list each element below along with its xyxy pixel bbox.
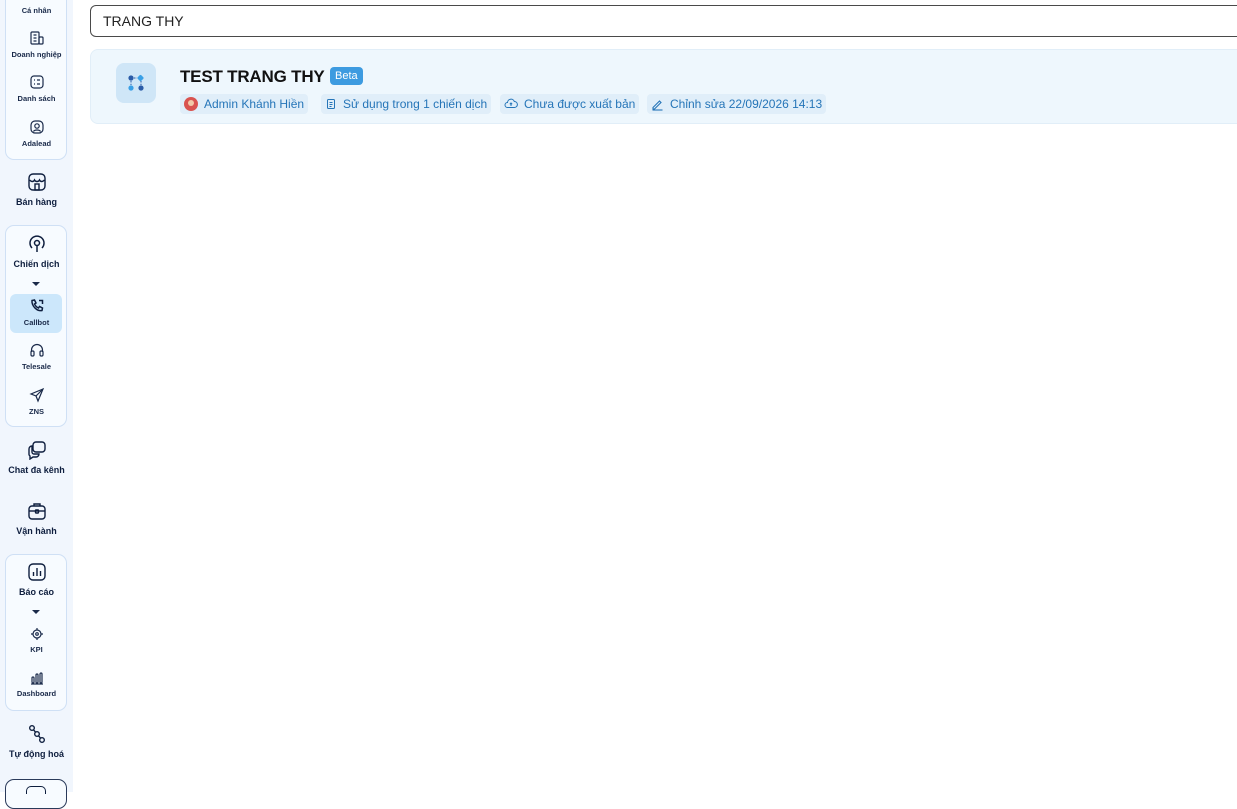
chat-icon bbox=[27, 441, 46, 460]
phone-icon bbox=[30, 299, 43, 312]
dashboard-bars-icon bbox=[30, 672, 43, 685]
sidebar-item-danh-sach[interactable]: Danh sách bbox=[0, 74, 73, 103]
sidebar-item-adalead[interactable]: Adalead bbox=[0, 119, 73, 148]
sidebar-item-zns[interactable]: ZNS bbox=[0, 387, 73, 416]
meta-edited: Chỉnh sửa 22/09/2026 14:13 bbox=[647, 94, 827, 114]
user-circle-icon bbox=[29, 120, 44, 134]
meta-usage-text: Sử dụng trong 1 chiến dịch bbox=[343, 97, 488, 111]
sidebar-item-label: Doanh nghiệp bbox=[11, 50, 62, 59]
sidebar-item-label: Tự động hoá bbox=[8, 749, 64, 759]
beta-badge: Beta bbox=[330, 67, 363, 85]
sidebar-item-callbot[interactable]: Callbot bbox=[0, 298, 73, 327]
sidebar-item-bao-cao[interactable]: Báo cáo bbox=[0, 562, 73, 597]
sidebar-item-label: Báo cáo bbox=[18, 587, 54, 597]
sidebar-item-label: Adalead bbox=[21, 139, 52, 148]
sidebar-item-tu-dong-hoa[interactable]: Tự động hoá bbox=[0, 724, 73, 759]
briefcase-icon bbox=[27, 503, 46, 520]
sidebar-item-chat-da-kenh[interactable]: Chat đa kênh bbox=[0, 440, 73, 475]
sidebar-item-label: Vận hành bbox=[16, 526, 57, 536]
sidebar-item-doanh-nghiep[interactable]: Doanh nghiệp bbox=[0, 30, 73, 59]
broadcast-icon bbox=[28, 235, 45, 252]
meta-status-text: Chưa được xuất bản bbox=[524, 97, 636, 111]
sidebar-item-telesale[interactable]: Telesale bbox=[0, 342, 73, 371]
flow-diagram-icon bbox=[116, 63, 156, 103]
avatar bbox=[184, 97, 198, 111]
chevron-down-icon[interactable] bbox=[32, 610, 40, 614]
sidebar-item-kpi[interactable]: KPI bbox=[0, 627, 73, 654]
callbot-script-card[interactable]: TEST TRANG THY Beta Admin Khánh Hiền Sử … bbox=[90, 49, 1237, 124]
more-icon[interactable] bbox=[26, 786, 46, 794]
sidebar-item-label: KPI bbox=[30, 645, 43, 654]
sidebar-item-van-hanh[interactable]: Vận hành bbox=[0, 501, 73, 536]
edit-pencil-icon bbox=[652, 99, 663, 111]
sidebar-item-ban-hang[interactable]: Bán hàng bbox=[0, 172, 73, 207]
sidebar-item-dashboard[interactable]: Dashboard bbox=[0, 671, 73, 698]
document-icon bbox=[327, 99, 335, 109]
sidebar-item-label: Chat đa kênh bbox=[8, 465, 65, 475]
search-input[interactable] bbox=[90, 5, 1237, 37]
sidebar-item-label: Bán hàng bbox=[15, 197, 57, 207]
headset-icon bbox=[29, 343, 44, 357]
meta-status: Chưa được xuất bản bbox=[500, 94, 640, 114]
sidebar-item-label: Callbot bbox=[23, 318, 50, 327]
send-icon bbox=[28, 387, 44, 403]
card-title[interactable]: TEST TRANG THY bbox=[180, 67, 325, 87]
target-icon bbox=[30, 628, 43, 640]
cloud-upload-icon bbox=[504, 98, 518, 108]
flow-icon bbox=[28, 725, 45, 743]
sidebar-item-label: Telesale bbox=[21, 362, 52, 371]
sidebar-item-label: Danh sách bbox=[17, 94, 56, 103]
meta-usage: Sử dụng trong 1 chiến dịch bbox=[321, 94, 492, 114]
sidebar-item-ca-nhan[interactable]: Cá nhân bbox=[0, 0, 73, 15]
meta-author: Admin Khánh Hiền bbox=[180, 94, 309, 114]
bar-chart-icon bbox=[27, 563, 46, 581]
chevron-down-icon[interactable] bbox=[32, 282, 40, 286]
sidebar-item-chien-dich[interactable]: Chiến dịch bbox=[0, 234, 73, 269]
meta-author-text: Admin Khánh Hiền bbox=[204, 97, 305, 111]
store-icon bbox=[27, 173, 46, 191]
meta-edited-text: Chỉnh sửa 22/09/2026 14:13 bbox=[670, 97, 823, 111]
building-icon bbox=[29, 31, 44, 45]
sidebar: Cá nhân Doanh nghiệp Danh sách Adalead B… bbox=[0, 0, 73, 809]
sidebar-item-label: Dashboard bbox=[16, 689, 57, 698]
list-icon bbox=[29, 75, 44, 89]
sidebar-item-label: Chiến dịch bbox=[13, 259, 60, 269]
sidebar-item-label: Cá nhân bbox=[21, 6, 52, 15]
sidebar-item-label: ZNS bbox=[29, 407, 44, 416]
sidebar-group-more bbox=[5, 779, 67, 809]
